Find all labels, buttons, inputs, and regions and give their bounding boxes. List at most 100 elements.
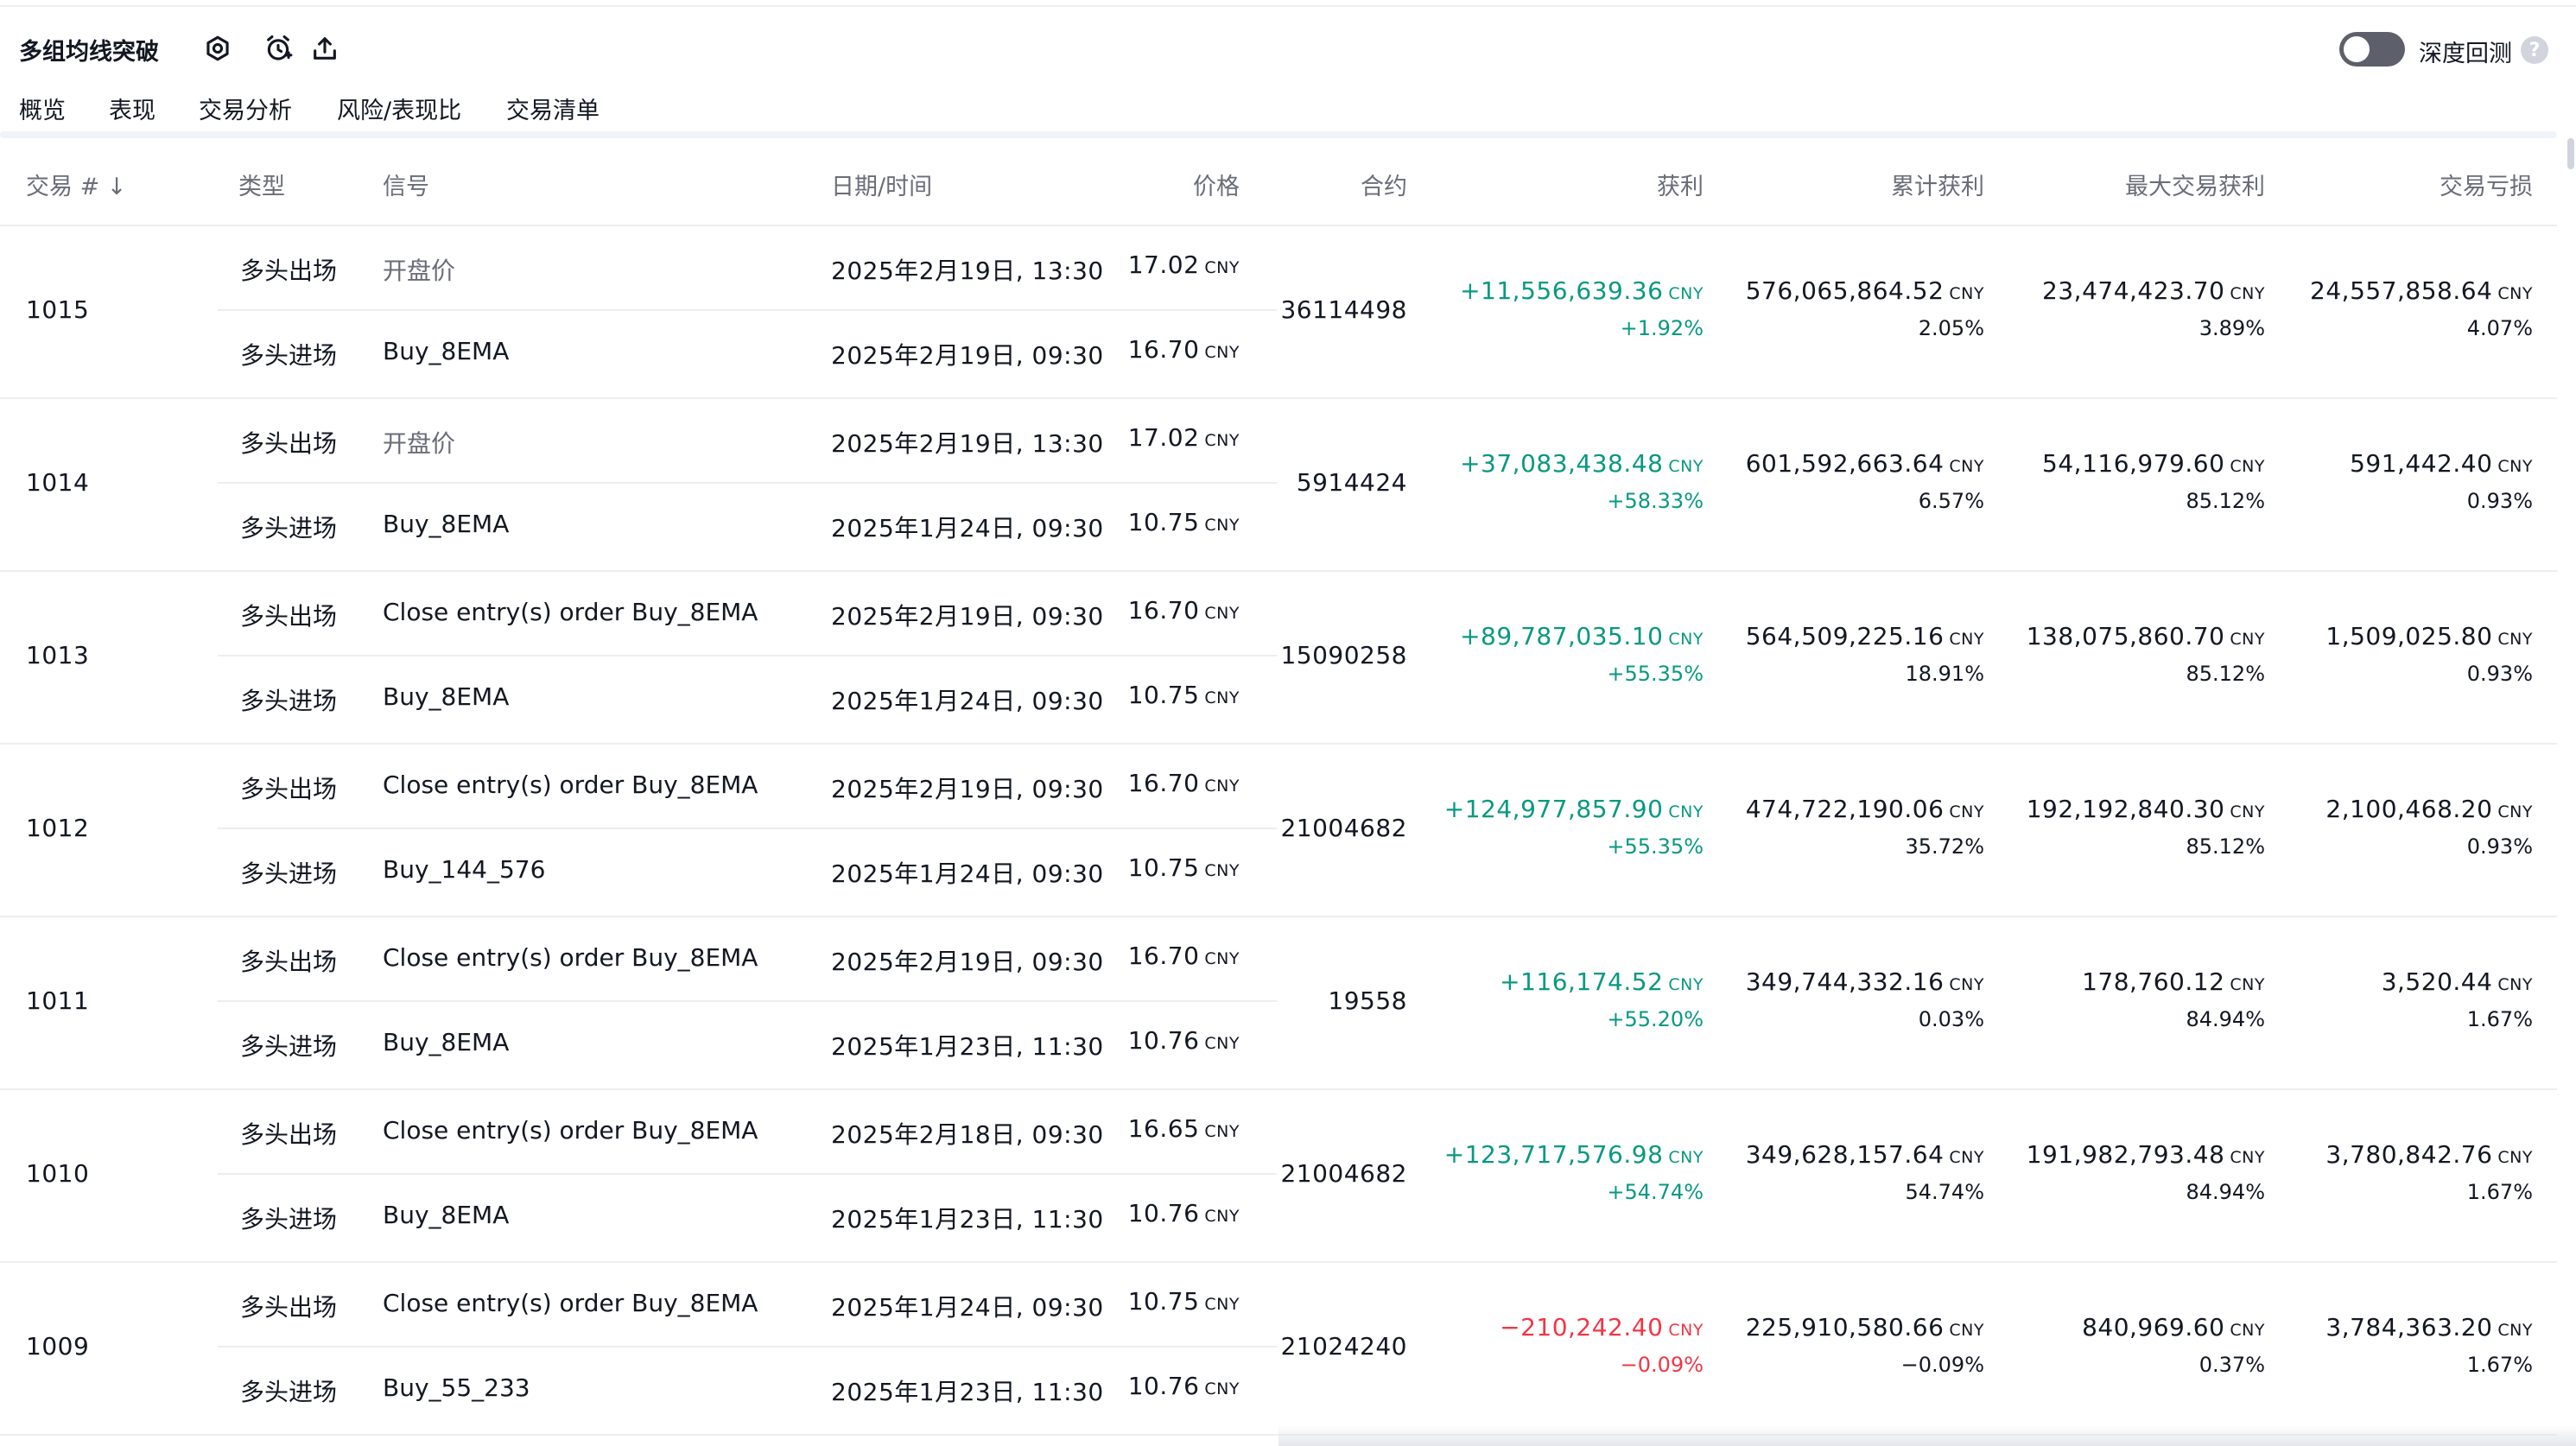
row-divider (218, 828, 1277, 829)
currency-unit: CNY (2497, 457, 2533, 476)
drawdown-percent: 0.93% (2466, 662, 2533, 686)
currency-unit: CNY (2230, 630, 2265, 649)
drawdown-value: 1,509,025.80 (2325, 622, 2493, 650)
exit-type: 多头出场 (240, 1293, 338, 1322)
drawdown-percent: 4.07% (2466, 316, 2533, 340)
drawdown: 3,780,842.76 CNY (2325, 1140, 2533, 1169)
price-value: 16.65 (1127, 1114, 1200, 1143)
drawdown-percent: 1.67% (2466, 1353, 2533, 1377)
currency-unit: CNY (1204, 1295, 1240, 1314)
row-divider (218, 1000, 1277, 1002)
contracts: 21004682 (1280, 814, 1407, 842)
tab-performance[interactable]: 表现 (109, 92, 155, 125)
cumulative-profit: 349,628,157.64 CNY (1746, 1140, 1984, 1169)
profit-percent: +55.20% (1607, 1007, 1704, 1031)
trade-row[interactable]: 1010 多头出场 Close entry(s) order Buy_8EMA … (0, 1090, 2557, 1263)
cum-profit-value: 601,592,663.64 (1745, 449, 1945, 478)
cumulative-profit: 601,592,663.64 CNY (1746, 449, 1984, 478)
currency-unit: CNY (1668, 457, 1704, 476)
drawdown: 591,442.40 CNY (2350, 449, 2533, 478)
drawdown: 3,784,363.20 CNY (2325, 1313, 2533, 1341)
upload-icon[interactable] (308, 31, 342, 66)
trade-row[interactable]: 1014 多头出场 开盘价 2025年2月19日, 13:30 17.02 CNY… (0, 399, 2557, 572)
exit-signal: Close entry(s) order Buy_8EMA (383, 1289, 758, 1317)
profit-percent: +58.33% (1607, 489, 1704, 513)
entry-type: 多头进场 (240, 1032, 338, 1061)
exit-datetime: 2025年2月19日, 09:30 (831, 602, 1104, 631)
exit-type: 多头出场 (240, 775, 338, 803)
run-up-value: 138,075,860.70 (2026, 622, 2225, 650)
row-divider (218, 1346, 1277, 1348)
currency-unit: CNY (1668, 284, 1704, 303)
trade-row[interactable]: 1015 多头出场 开盘价 2025年2月19日, 13:30 17.02 CNY… (0, 226, 2557, 399)
exit-type: 多头出场 (240, 429, 338, 458)
profit: −210,242.40 CNY (1500, 1313, 1704, 1341)
price-value: 10.75 (1127, 1287, 1200, 1316)
trade-number: 1012 (26, 814, 90, 842)
price-value: 10.76 (1127, 1372, 1200, 1400)
help-icon[interactable]: ? (2521, 36, 2548, 64)
entry-price: 16.70 CNY (1128, 335, 1240, 364)
tab-trade-analysis[interactable]: 交易分析 (199, 92, 292, 125)
scrollbar-thumb[interactable] (2567, 138, 2574, 169)
currency-unit: CNY (1204, 1122, 1240, 1141)
currency-unit: CNY (2497, 284, 2533, 303)
contracts: 21004682 (1280, 1159, 1407, 1188)
profit-percent: +1.92% (1620, 316, 1704, 340)
entry-type: 多头进场 (240, 341, 338, 370)
trade-row[interactable]: 1009 多头出场 Close entry(s) order Buy_8EMA … (0, 1263, 2557, 1436)
tab-label: 风险/表现比 (337, 98, 462, 124)
trade-list-body: 1015 多头出场 开盘价 2025年2月19日, 13:30 17.02 CNY… (0, 226, 2557, 1436)
col-type: 类型 (238, 174, 285, 200)
tab-trade-list[interactable]: 交易清单 (506, 92, 600, 136)
col-drawdown: 交易亏损 (2440, 174, 2533, 200)
price-value: 10.75 (1127, 853, 1200, 882)
profit-value: +11,556,639.36 (1460, 276, 1664, 305)
profit: +124,977,857.90 CNY (1444, 795, 1704, 823)
cumulative-profit: 349,744,332.16 CNY (1746, 967, 1984, 996)
run-up-value: 23,474,423.70 (2042, 276, 2225, 305)
cumulative-profit-percent: 6.57% (1918, 489, 1984, 513)
currency-unit: CNY (1949, 630, 1984, 649)
currency-unit: CNY (1204, 258, 1240, 277)
trade-number: 1015 (26, 295, 90, 324)
entry-type: 多头进场 (240, 1205, 338, 1234)
run-up: 138,075,860.70 CNY (2027, 622, 2265, 650)
run-up: 54,116,979.60 CNY (2042, 449, 2265, 478)
cumulative-profit: 576,065,864.52 CNY (1746, 276, 1984, 305)
col-trade-no[interactable]: 交易 # ↓ (26, 168, 126, 201)
deep-backtest-toggle[interactable] (2339, 32, 2405, 67)
cumulative-profit-percent: 18.91% (1905, 662, 1984, 686)
drawdown-value: 3,784,363.20 (2325, 1313, 2493, 1341)
contracts: 36114498 (1280, 295, 1407, 324)
exit-datetime: 2025年2月19日, 09:30 (831, 948, 1104, 976)
tab-risk-ratios[interactable]: 风险/表现比 (337, 92, 461, 125)
exit-type: 多头出场 (240, 948, 338, 976)
entry-signal: Buy_55_233 (383, 1373, 530, 1402)
row-divider (218, 1173, 1277, 1175)
exit-datetime: 2025年2月19日, 09:30 (831, 775, 1104, 803)
gear-icon[interactable] (200, 31, 235, 66)
entry-datetime: 2025年1月24日, 09:30 (831, 687, 1104, 715)
currency-unit: CNY (1949, 1321, 1984, 1340)
tab-overview[interactable]: 概览 (19, 92, 66, 125)
entry-datetime: 2025年1月23日, 11:30 (831, 1032, 1104, 1061)
entry-price: 10.75 CNY (1128, 853, 1240, 882)
entry-signal: Buy_8EMA (383, 1201, 510, 1229)
trade-row[interactable]: 1013 多头出场 Close entry(s) order Buy_8EMA … (0, 572, 2557, 745)
trade-row[interactable]: 1011 多头出场 Close entry(s) order Buy_8EMA … (0, 917, 2557, 1090)
profit-value: +124,977,857.90 (1443, 795, 1664, 823)
run-up-percent: 3.89% (2198, 316, 2265, 340)
currency-unit: CNY (1949, 1148, 1984, 1167)
cumulative-profit-percent: 54.74% (1905, 1180, 1984, 1204)
trade-row[interactable]: 1012 多头出场 Close entry(s) order Buy_8EMA … (0, 745, 2557, 917)
entry-signal: Buy_8EMA (383, 337, 510, 365)
drawdown-value: 3,780,842.76 (2325, 1140, 2493, 1169)
cum-profit-value: 564,509,225.16 (1745, 622, 1945, 650)
exit-signal: Close entry(s) order Buy_8EMA (383, 598, 758, 626)
add-alarm-icon[interactable] (261, 31, 295, 66)
profit: +11,556,639.36 CNY (1460, 276, 1704, 305)
trade-number: 1011 (26, 986, 90, 1015)
profit: +123,717,576.98 CNY (1444, 1140, 1704, 1169)
trade-number: 1010 (26, 1159, 90, 1188)
